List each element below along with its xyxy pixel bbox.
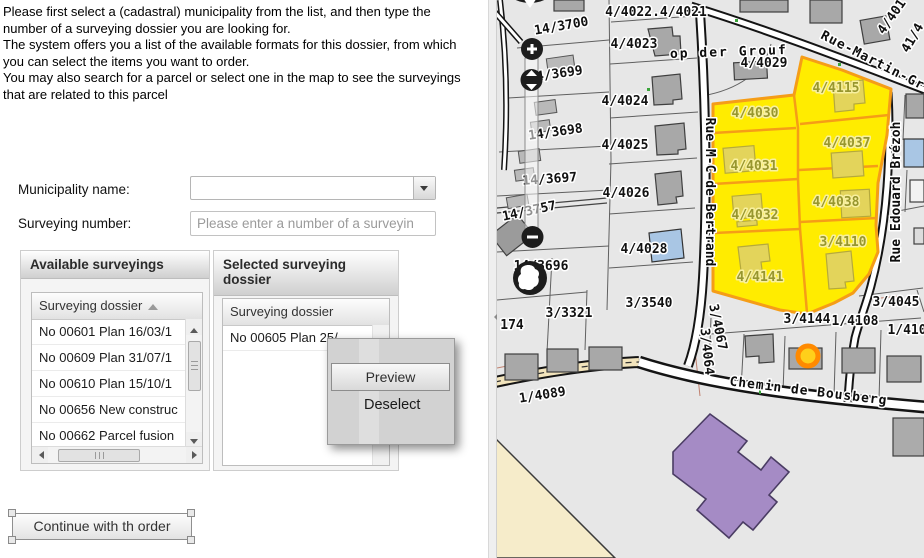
horizontal-scroll-thumb[interactable]: [58, 449, 140, 462]
available-horizontal-scrollbar[interactable]: [32, 446, 202, 463]
parcel-label-4/4025: 4/4025: [602, 138, 649, 153]
available-rows[interactable]: No 00601 Plan 16/03/1No 00609 Plan 31/07…: [32, 319, 186, 448]
street-label-Rue Edouard Brézoh: Rue Edouard Brézoh: [889, 122, 904, 263]
parcel-label-174: 174: [500, 318, 524, 333]
surveying-number-label: Surveying number:: [18, 216, 131, 231]
instruction-line: that are related to this parcel: [3, 87, 481, 104]
selected-column-header[interactable]: Surveying dossier: [223, 299, 389, 326]
parcel-label-4/4031: 4/4031: [731, 159, 778, 174]
parcel-label-3/3321: 3/3321: [546, 306, 593, 321]
instruction-line: you can select the items you want to ord…: [3, 54, 481, 71]
context-menu-gutter: [359, 339, 379, 444]
parcel-label-4/4037: 4/4037: [824, 136, 871, 151]
parcel-label-4/4032: 4/4032: [732, 208, 779, 223]
instructions-text: Please first select a (cadastral) munici…: [3, 4, 481, 103]
parcel-label-4/4023: 4/4023: [611, 37, 658, 52]
parcel-label-3/3540: 3/3540: [626, 296, 673, 311]
available-listbox: Surveying dossier No 00601 Plan 16/03/1N…: [31, 292, 203, 464]
parcel-label-1/410: 1/410: [887, 323, 924, 338]
parcel-label-1/4108: 1/4108: [832, 314, 879, 329]
scroll-right-icon[interactable]: [186, 447, 202, 463]
selected-panel-title: Selected surveying dossier: [214, 251, 398, 296]
parcel-label-4/4022.4/4021: 4/4022.4/4021: [605, 5, 707, 20]
parcel-label-4/4028: 4/4028: [621, 242, 668, 257]
panel-splitter[interactable]: [488, 0, 497, 558]
order-surveying-app: Please first select a (cadastral) munici…: [0, 0, 924, 558]
parcel-label-3/4110: 3/4110: [820, 235, 867, 250]
parcel-label-4/4030: 4/4030: [732, 106, 779, 121]
available-vertical-scrollbar[interactable]: [185, 319, 202, 448]
scroll-up-icon[interactable]: [186, 319, 202, 335]
context-menu: Preview Deselect: [327, 338, 455, 445]
available-column-header[interactable]: Surveying dossier: [32, 293, 202, 320]
available-panel-title: Available surveyings: [21, 251, 209, 279]
street-label-Rue M-C de Bertrand: Rue M-C de Bertrand: [702, 118, 717, 267]
list-item[interactable]: No 00601 Plan 16/03/1: [32, 319, 186, 345]
municipality-dropdown[interactable]: [190, 176, 436, 200]
selection-handle: [8, 536, 16, 544]
parcel-marker[interactable]: [798, 346, 818, 366]
selection-handle: [8, 509, 16, 517]
parcel-label-3/4144: 3/4144: [784, 312, 831, 327]
parcel-label-4/4115: 4/4115: [813, 81, 860, 96]
list-item[interactable]: No 00662 Parcel fusion: [32, 423, 186, 448]
scroll-left-icon[interactable]: [32, 447, 48, 463]
selection-handle: [187, 536, 195, 544]
instruction-line: The system offers you a list of the avai…: [3, 37, 481, 54]
selection-handle: [187, 509, 195, 517]
sort-ascending-icon: [148, 299, 158, 310]
instruction-line: Please first select a (cadastral) munici…: [3, 4, 481, 21]
parcel-label-4/4026: 4/4026: [603, 186, 650, 201]
instruction-line: number of a surveying dossier you are lo…: [3, 21, 481, 38]
context-menu-item-deselect[interactable]: Deselect: [364, 397, 420, 413]
instruction-line: You may also search for a parcel or sele…: [3, 70, 481, 87]
parcel-label-4/4038: 4/4038: [813, 195, 860, 210]
cadastral-map[interactable]: 14/37004/4022.4/40214/40234/40244/40254/…: [497, 0, 924, 558]
chevron-down-icon[interactable]: [413, 177, 435, 199]
continue-order-button[interactable]: Continue with th order: [12, 513, 192, 540]
parcel-label-4/4141: 4/4141: [737, 270, 784, 285]
list-item[interactable]: No 00656 New construc: [32, 397, 186, 423]
parcel-label-4/4024: 4/4024: [602, 94, 649, 109]
municipality-label: Municipality name:: [18, 182, 130, 197]
context-menu-item-preview[interactable]: Preview: [331, 363, 450, 391]
list-item[interactable]: No 00610 Plan 15/10/1: [32, 371, 186, 397]
vertical-scroll-thumb[interactable]: [188, 341, 201, 391]
parcel-label-3/4045: 3/4045: [873, 295, 920, 310]
list-item[interactable]: No 00609 Plan 31/07/1: [32, 345, 186, 371]
surveying-number-input[interactable]: [190, 211, 436, 236]
